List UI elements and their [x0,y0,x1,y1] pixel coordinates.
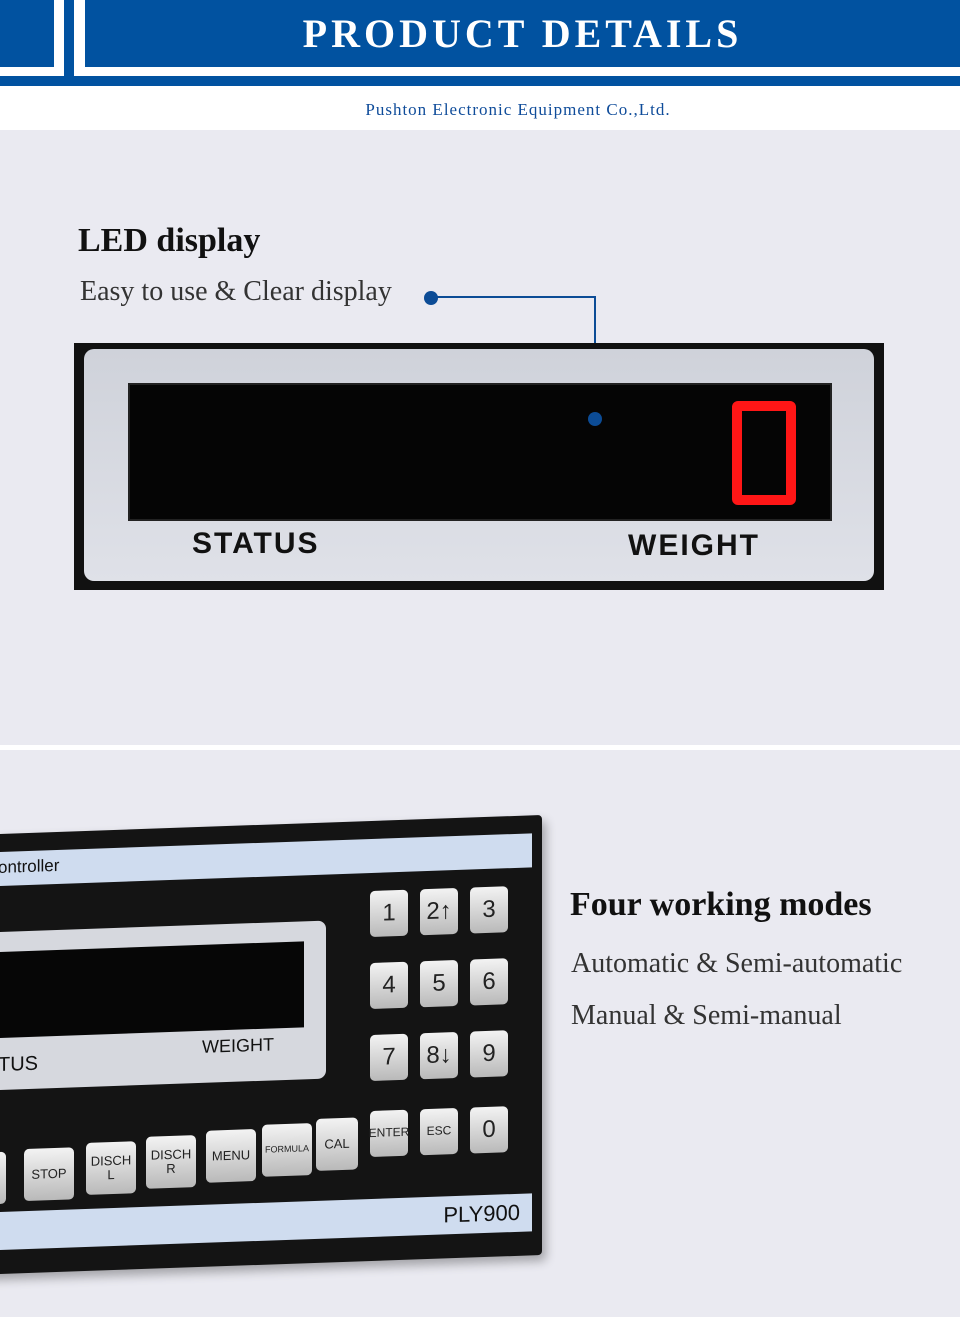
key-stop: STOP [24,1147,74,1202]
device-weight-label: WEIGHT [202,1034,274,1057]
device-screen [0,941,304,1039]
modes-section: ontroller TUS WEIGHT PLY900 1 2↑ 3 4 5 6… [0,750,960,1317]
modes-title: Four working modes [570,886,872,923]
callout-dot [588,412,602,426]
led-digit: 0 [732,401,796,505]
controller-device-image: ontroller TUS WEIGHT PLY900 1 2↑ 3 4 5 6… [0,815,542,1275]
company-name: Pushton Electronic Equipment Co.,Ltd. [365,100,671,119]
key-partial: E [0,1151,6,1205]
key-9: 9 [470,1030,508,1078]
key-8: 8↓ [420,1031,458,1080]
key-cal: CAL [316,1117,358,1171]
key-disch-r: DISCH R [146,1135,196,1189]
led-title: LED display [78,222,261,259]
key-0: 0 [470,1106,508,1154]
header-band [0,76,960,86]
callout-line [431,296,596,298]
device-brand-label: ontroller [0,855,60,878]
model-label: PLY900 [443,1199,520,1228]
callout-dot [424,291,438,305]
header-decor-block [0,0,54,67]
key-menu: MENU [206,1129,256,1183]
led-section: LED display Easy to use & Clear display … [0,130,960,745]
key-6: 6 [470,958,508,1006]
key-5: 5 [420,959,458,1008]
status-label: STATUS [192,527,320,560]
key-2: 2↑ [420,887,458,936]
device-status-label: TUS [0,1052,38,1077]
header-decor-bar [64,0,74,86]
key-1: 1 [370,889,408,938]
key-3: 3 [470,886,508,934]
led-display-image: 0 STATUS WEIGHT [74,343,884,590]
modes-line-1: Automatic & Semi-automatic [571,948,903,979]
led-screen: 0 [128,383,832,521]
key-enter: ENTER [369,1109,409,1158]
key-4: 4 [370,961,408,1010]
weight-label: WEIGHT [628,529,760,562]
key-7: 7 [370,1033,408,1082]
key-formula: FORMULA [262,1123,312,1177]
key-esc: ESC [420,1107,458,1156]
page-title: PRODUCT DETAILS [85,0,960,67]
led-subtitle: Easy to use & Clear display [80,276,392,307]
modes-line-2: Manual & Semi-manual [571,1000,842,1031]
key-disch-l: DISCH L [86,1141,136,1195]
